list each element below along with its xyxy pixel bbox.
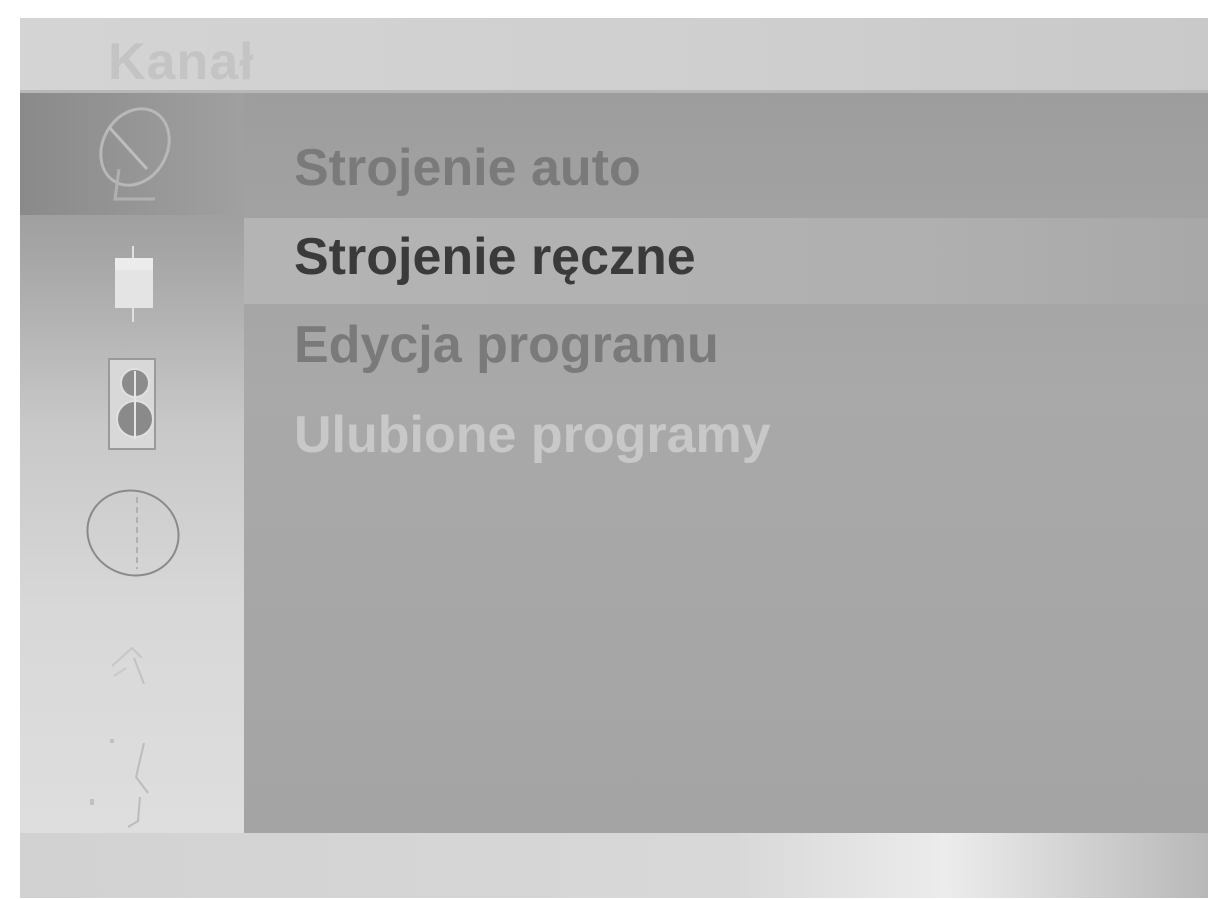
tv-menu-frame: Kanał Strojenie auto Strojenie ręczne Ed… [20,18,1208,898]
sidebar-item-input[interactable] [20,723,244,833]
title-bar: Kanał [20,18,1208,93]
menu-panel: Strojenie auto Strojenie ręczne Edycja p… [244,93,1208,833]
sidebar-item-time[interactable] [20,478,244,588]
sidebar-item-channel[interactable] [20,93,244,215]
menu-item-favorite-programs: Ulubione programy [294,406,771,464]
category-sidebar [20,93,244,833]
menu-title: Kanał [108,33,255,91]
bottom-bar [20,833,1208,898]
satellite-dish-icon [99,107,171,201]
sidebar-item-picture[interactable] [20,233,244,333]
settings-icon [111,646,145,685]
sidebar-item-setup[interactable] [20,613,244,713]
picture-icon [115,246,153,322]
menu-item-auto-tuning[interactable]: Strojenie auto [294,138,641,198]
menu-item-manual-tuning[interactable]: Strojenie ręczne [294,227,696,287]
input-icon [90,739,149,828]
clock-icon [86,489,180,577]
sidebar-item-sound[interactable] [20,348,244,458]
speaker-icon [108,358,156,450]
menu-item-program-edit[interactable]: Edycja programu [294,315,719,375]
